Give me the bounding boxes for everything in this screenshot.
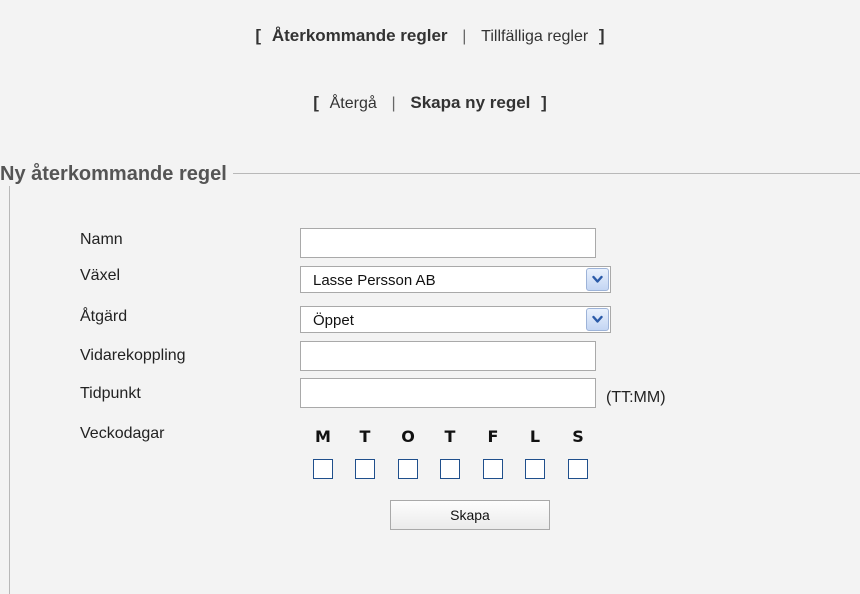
forwarding-label: Vidarekoppling [80, 347, 186, 364]
switchboard-select[interactable]: Lasse Persson AB [300, 266, 611, 293]
wednesday-checkbox[interactable] [398, 459, 418, 479]
create-new-rule-link[interactable]: Skapa ny regel [410, 93, 530, 112]
friday-checkbox[interactable] [483, 459, 503, 479]
tab-temporary-rules[interactable]: Tillfälliga regler [481, 28, 588, 45]
nav-separator: | [391, 95, 396, 112]
time-input[interactable] [300, 378, 596, 408]
sunday-checkbox[interactable] [568, 459, 588, 479]
action-selected-value: Öppet [313, 312, 354, 329]
nav-open-bracket: [ [313, 93, 319, 112]
day-letter-wednesday: O [401, 427, 415, 446]
nav-separator: | [462, 28, 467, 45]
switchboard-label: Växel [80, 267, 121, 284]
day-letter-tuesday: T [359, 427, 371, 446]
action-nav: [ Återgå | Skapa ny regel ] [0, 93, 860, 113]
action-label: Åtgärd [80, 308, 128, 325]
nav-close-bracket: ] [541, 93, 547, 112]
name-label: Namn [80, 231, 123, 248]
tab-recurring-rules[interactable]: Återkommande regler [272, 26, 448, 45]
nav-close-bracket: ] [598, 26, 605, 45]
saturday-checkbox[interactable] [525, 459, 545, 479]
forwarding-input[interactable] [300, 341, 596, 371]
day-letter-monday: M [315, 427, 331, 446]
create-button[interactable]: Skapa [390, 500, 550, 530]
day-letter-friday: F [487, 427, 499, 446]
thursday-checkbox[interactable] [440, 459, 460, 479]
action-select[interactable]: Öppet [300, 306, 611, 333]
chevron-down-icon[interactable] [586, 268, 609, 291]
rule-type-nav: [ Återkommande regler | Tillfälliga regl… [0, 26, 860, 46]
nav-open-bracket: [ [255, 26, 262, 45]
time-format-hint: (TT:MM) [606, 389, 666, 406]
name-input[interactable] [300, 228, 596, 258]
monday-checkbox[interactable] [313, 459, 333, 479]
time-label: Tidpunkt [80, 385, 141, 402]
day-letter-saturday: L [529, 427, 541, 446]
fieldset-legend: Ny återkommande regel [0, 163, 233, 186]
chevron-down-icon[interactable] [586, 308, 609, 331]
tuesday-checkbox[interactable] [355, 459, 375, 479]
day-letter-sunday: S [572, 427, 584, 446]
back-link[interactable]: Återgå [330, 95, 377, 112]
weekdays-label: Veckodagar [80, 425, 165, 442]
day-letter-thursday: T [444, 427, 456, 446]
switchboard-selected-value: Lasse Persson AB [313, 272, 436, 289]
